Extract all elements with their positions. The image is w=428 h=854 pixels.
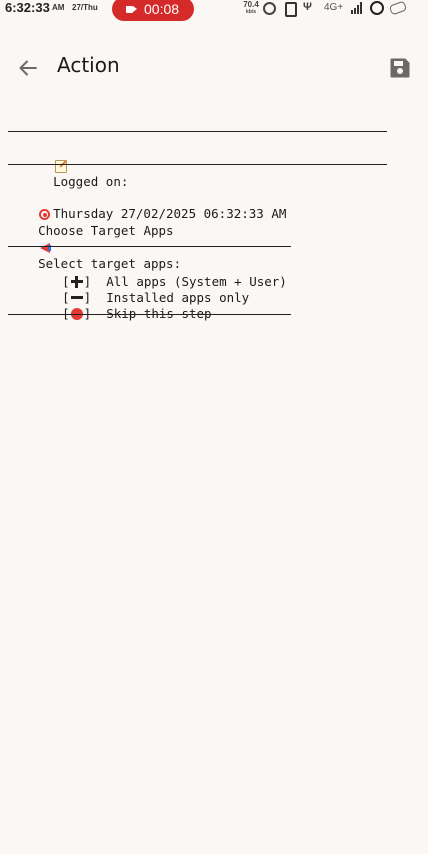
- status-bar: 6:32:33 AM 27/Thu 00:08 70.4 kb/s Ψ 4G+: [0, 0, 428, 21]
- top-app-bar: Action: [0, 40, 428, 94]
- select-prompt-line: Select target apps:: [8, 224, 181, 271]
- ring-icon: [370, 1, 384, 15]
- divider: [8, 246, 291, 247]
- target-icon: [38, 208, 54, 221]
- megaphone-icon: [38, 241, 54, 254]
- logged-on-value: Thursday 27/02/2025 06:32:33 AM: [53, 206, 287, 221]
- status-ampm: AM: [52, 3, 65, 12]
- save-button[interactable]: [388, 56, 412, 80]
- logged-on-line: Logged on: Thursday 27/02/2025 06:32:33 …: [23, 142, 286, 221]
- network-speed-value: 70.4: [243, 0, 259, 9]
- screen-recording-pill[interactable]: 00:08: [112, 0, 194, 21]
- logged-on-label: Logged on:: [53, 174, 129, 189]
- arrow-left-icon: [19, 60, 37, 76]
- alarm-icon: [263, 2, 276, 15]
- choose-target-line: Choose Target Apps: [8, 191, 174, 238]
- network-type: 4G+: [324, 2, 344, 13]
- volte-icon: Ψ: [303, 1, 312, 13]
- divider: [8, 314, 291, 315]
- save-icon: [390, 58, 410, 78]
- network-speed: 70.4 kb/s: [241, 0, 261, 16]
- battery-icon: [388, 0, 408, 16]
- back-button[interactable]: [14, 54, 42, 82]
- option-all-apps: [] All apps (System + User): [62, 274, 287, 289]
- signal-icon: [351, 2, 364, 14]
- option-installed-apps: [] Installed apps only: [62, 290, 250, 305]
- recording-time: 00:08: [144, 1, 180, 17]
- network-speed-unit: kb/s: [245, 9, 256, 15]
- option-skip: [] Skip this step: [32, 290, 211, 321]
- status-date: 27/Thu: [72, 3, 98, 12]
- page-title: Action: [57, 53, 120, 77]
- divider: [8, 131, 387, 132]
- phone-icon: [285, 2, 297, 17]
- divider: [8, 164, 387, 165]
- recording-icon: [126, 6, 137, 13]
- memo-icon: [53, 159, 69, 173]
- status-time: 6:32:33: [5, 0, 50, 15]
